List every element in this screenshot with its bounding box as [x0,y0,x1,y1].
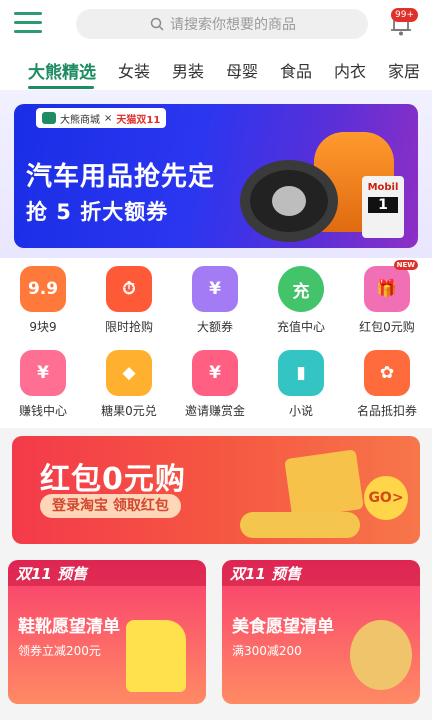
coin-stack-icon: ¥ [20,350,66,396]
go-button[interactable]: GO> [364,476,408,520]
message-button[interactable]: 99+ [386,8,418,38]
chip-brand: 大熊商城 [60,114,100,126]
banner-brand-chip: 大熊商城 × 天猫双11 [36,108,167,128]
shortcut-grid: 9.9 9块9 ⏱ 限时抢购 ¥ 大额券 充 充值中心 🎁 NEW 红包0元购 … [0,258,432,428]
chip-partner: 天猫双11 [116,114,161,126]
card-title: 美食愿望清单 [232,617,334,637]
recharge-icon: 充 [278,266,324,312]
grid-item-novel[interactable]: ▮ 小说 [258,350,344,419]
grid-label: 邀请赚赏金 [184,404,245,418]
card-header: 双11 预售 [222,560,420,586]
presale-tag: 双11 预售 [230,565,302,583]
search-placeholder: 请搜索你想要的商品 [170,17,296,33]
tab-featured[interactable]: 大熊精选 [28,58,96,83]
redpacket-title: 红包0元购 [40,462,186,497]
top-bar: 请搜索你想要的商品 99+ [0,0,432,46]
grid-item-candy-exchange[interactable]: ◆ 糖果0元兑 [86,350,172,419]
boot-image [126,620,186,692]
tab-men[interactable]: 男装 [172,58,204,82]
grid-label: 赚钱中心 [18,404,67,418]
grid-item-redpacket-free[interactable]: 🎁 NEW 红包0元购 [344,260,430,335]
grid-item-recharge[interactable]: 充 充值中心 [258,266,344,335]
grid-item-earn-center[interactable]: ¥ 赚钱中心 [0,350,86,419]
promo-banner[interactable]: 大熊商城 × 天猫双11 汽车用品抢先定 抢 5 折大额券 Mobil 1 [14,104,418,248]
grid-item-9yuan9[interactable]: 9.9 9块9 [0,266,86,335]
grid-item-invite-reward[interactable]: ¥ 邀请赚赏金 [172,350,258,419]
grid-label: 小说 [288,404,313,418]
card-header: 双11 预售 [8,560,206,586]
brand-logo-icon [42,112,56,124]
oil-brand: Mobil [367,182,399,193]
grid-item-brand-coupon[interactable]: ✿ 名品抵扣券 [344,350,430,419]
food-wishlist-card[interactable]: 双11 预售 美食愿望清单 满300减200 [222,560,420,704]
motor-oil-image: Mobil 1 [362,176,404,238]
category-tabs: 大熊精选 女装 男装 母婴 食品 内衣 家居 [0,46,432,90]
grid-label: 糖果0元兑 [101,404,157,418]
grid-label: 红包0元购 [359,320,415,334]
tab-baby[interactable]: 母婴 [226,58,258,82]
tab-underwear[interactable]: 内衣 [334,58,366,82]
banner-title: 汽车用品抢先定 [26,162,216,192]
search-input[interactable]: 请搜索你想要的商品 [76,9,368,39]
grid-label: 9块9 [29,320,57,334]
grid-label: 大额券 [196,320,233,334]
grid-label: 充值中心 [276,320,325,334]
card-title: 鞋靴愿望清单 [18,617,120,637]
shoes-wishlist-card[interactable]: 双11 预售 鞋靴愿望清单 领券立减200元 [8,560,206,704]
gift-icon: 🎁 NEW [364,260,418,312]
card-subtitle: 满300减200 [232,644,302,658]
chip-separator: × [104,112,113,124]
grid-label: 限时抢购 [104,320,153,334]
grid-item-flash-sale[interactable]: ⏱ 限时抢购 [86,266,172,335]
new-tag: NEW [393,260,418,270]
coupon-icon: ¥ [192,266,238,312]
banner-subtitle: 抢 5 折大额券 [26,200,169,224]
grid-label: 名品抵扣券 [356,404,417,418]
clock-icon: ⏱ [106,266,152,312]
tab-home[interactable]: 家居 [388,58,420,82]
oil-number: 1 [368,197,398,213]
snacks-image [350,620,412,690]
card-subtitle: 领券立减200元 [18,644,101,658]
redpacket-banner[interactable]: 红包0元购 登录淘宝 领取红包 GO> [12,436,420,544]
nine-nine-icon: 9.9 [20,266,66,312]
active-tab-indicator [28,86,94,89]
tab-women[interactable]: 女装 [118,58,150,82]
gift-box-image [284,449,364,519]
coins-image [240,512,360,538]
tab-food[interactable]: 食品 [280,58,312,82]
search-icon [150,17,164,31]
candy-icon: ◆ [106,350,152,396]
book-icon: ▮ [278,350,324,396]
flower-badge-icon: ✿ [364,350,410,396]
grid-item-big-coupon[interactable]: ¥ 大额券 [172,266,258,335]
presale-tag: 双11 预售 [16,565,88,583]
tire-image [240,160,338,242]
menu-icon[interactable] [14,12,42,34]
notification-badge: 99+ [391,8,418,22]
money-bag-icon: ¥ [192,350,238,396]
taobao-login-button[interactable]: 登录淘宝 领取红包 [40,494,181,518]
